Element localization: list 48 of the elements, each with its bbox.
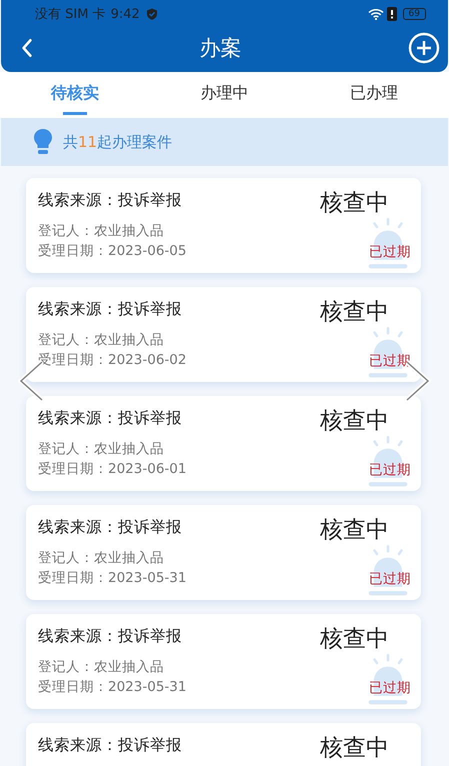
carrier-text: 没有 SIM 卡: [35, 6, 106, 23]
alarm-light-icon: [367, 327, 409, 379]
case-registrant: 登记人：农业抽入品: [38, 222, 165, 241]
shield-icon: [146, 8, 158, 20]
add-button[interactable]: [408, 32, 440, 64]
alert-icon: [386, 7, 397, 21]
expired-tag: 已过期: [369, 679, 411, 697]
battery-indicator: 69: [402, 8, 426, 20]
case-card[interactable]: 线索来源：投诉举报 登记人：农业抽入品 受理日期：2023-05-31 核查中 已过期: [26, 614, 421, 709]
case-card[interactable]: 线索来源：投诉举报 登记人：农业抽入品 受理日期：2023-06-05 核查中 已过期: [26, 178, 421, 273]
case-source: 线索来源：投诉举报: [38, 626, 183, 647]
case-registrant: 登记人：农业抽入品: [38, 549, 165, 568]
page-title: 办案: [200, 34, 242, 62]
case-status: 核查中: [319, 734, 390, 756]
alarm-light-icon: [367, 218, 409, 270]
tab[interactable]: 办理中: [190, 72, 258, 118]
case-source: 线索来源：投诉举报: [38, 735, 182, 756]
tab[interactable]: 已办理: [340, 72, 408, 118]
case-source: 线索来源：投诉举报: [38, 190, 183, 211]
expired-tag: 已过期: [369, 461, 411, 479]
case-date: 受理日期：2023-06-05: [38, 242, 186, 261]
case-registrant: 登记人：农业抽入品: [38, 658, 165, 677]
case-status: 核查中: [319, 188, 390, 211]
case-registrant: 登记人：农业抽入品: [38, 331, 165, 350]
case-card[interactable]: 线索来源：投诉举报 登记人：农业抽入品 受理日期：2023-05-31 核查中 已过期: [26, 505, 421, 600]
case-status: 核查中: [319, 298, 390, 320]
alarm-light-icon: [367, 436, 409, 488]
expired-tag: 已过期: [369, 243, 411, 261]
case-source: 线索来源：投诉举报: [38, 517, 183, 538]
case-card[interactable]: 线索来源：投诉举报 登记人：农业抽入品 受理日期：2023-06-01 核查中 已过期: [26, 396, 421, 491]
wifi-icon: [368, 8, 384, 20]
clock-text: 9:42: [110, 6, 140, 22]
case-source: 线索来源：投诉举报: [38, 299, 183, 320]
case-status: 核查中: [319, 516, 390, 538]
case-status: 核查中: [319, 406, 390, 429]
case-date: 受理日期：2023-06-01: [38, 460, 186, 479]
case-status: 核查中: [319, 624, 390, 647]
expired-tag: 已过期: [369, 570, 411, 588]
case-source: 线索来源：投诉举报: [38, 408, 183, 429]
case-date: 受理日期：2023-05-31: [38, 678, 186, 697]
case-date: 受理日期：2023-05-31: [38, 569, 186, 588]
back-button[interactable]: [21, 38, 33, 58]
alarm-light-icon: [367, 654, 409, 706]
case-count-text: 共11起办理案件: [63, 132, 172, 152]
case-registrant: 登记人：农业抽入品: [38, 440, 165, 459]
lightbulb-icon: [33, 128, 53, 156]
alarm-light-icon: [367, 545, 409, 597]
case-card[interactable]: 线索来源：投诉举报 核查中: [26, 723, 421, 766]
